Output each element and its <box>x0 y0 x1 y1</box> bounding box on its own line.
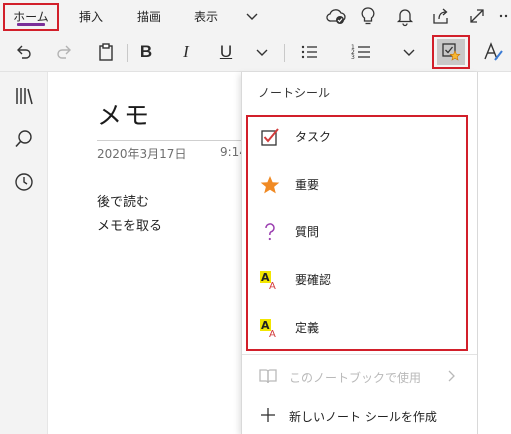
expand-icon <box>470 9 484 23</box>
notebooks-icon <box>16 88 33 105</box>
tag-label: 定義 <box>295 321 320 335</box>
tab-insert-label: 挿入 <box>78 10 103 24</box>
tab-view-label: 表示 <box>193 10 218 24</box>
undo-icon <box>17 45 31 59</box>
ideas-button[interactable] <box>357 5 379 27</box>
use-in-notebook-item: このノートブックで使用 <box>242 358 477 394</box>
share-icon <box>433 8 448 24</box>
use-in-notebook-label: このノートブックで使用 <box>289 371 422 385</box>
numbered-list-icon: 1 2 3 <box>351 44 370 61</box>
search-icon <box>15 130 32 148</box>
svg-text:A: A <box>269 329 276 339</box>
toolbar-divider <box>127 44 128 62</box>
note-tags-dropdown: ノートシール タスク 重要 質問 A A 要確認 A A 定義 このノートブック… <box>241 72 478 434</box>
bullet-list-icon <box>301 45 317 59</box>
fullscreen-button[interactable] <box>466 5 488 27</box>
svg-text:A: A <box>269 281 276 291</box>
bullets-button[interactable] <box>295 38 323 66</box>
cloud-sync-icon <box>326 9 346 24</box>
star-icon <box>260 176 280 194</box>
tab-home[interactable]: ホーム <box>3 3 59 31</box>
navigation-rail <box>0 72 48 434</box>
underline-label: U <box>219 42 233 61</box>
page-canvas-edge <box>478 72 511 434</box>
numbering-button[interactable]: 1 2 3 <box>347 38 375 66</box>
active-tab-indicator <box>17 23 45 26</box>
tag-label: 質問 <box>295 225 320 239</box>
paste-button[interactable] <box>92 38 120 66</box>
title-underline <box>97 140 242 141</box>
tag-item-remember[interactable]: A A 要確認 <box>248 260 466 300</box>
notifications-button[interactable] <box>394 5 416 27</box>
bold-button[interactable]: B <box>132 38 160 66</box>
toolbar-divider <box>284 44 285 62</box>
more-options-button[interactable] <box>498 5 511 27</box>
plus-icon <box>261 408 275 422</box>
question-mark-icon <box>265 223 275 241</box>
search-button[interactable] <box>13 128 35 150</box>
sync-button[interactable] <box>325 5 347 27</box>
note-tag-icon <box>442 43 461 61</box>
font-format-dropdown[interactable] <box>253 38 271 66</box>
dropdown-divider <box>242 354 477 355</box>
book-icon <box>259 369 277 384</box>
styles-button[interactable] <box>479 38 507 66</box>
lightbulb-icon <box>361 7 375 25</box>
tab-draw-label: 描画 <box>136 10 161 24</box>
chevron-right-icon <box>448 370 455 382</box>
chevron-down-icon <box>403 49 415 56</box>
recent-button[interactable] <box>13 171 35 193</box>
tag-label: 重要 <box>295 178 320 192</box>
highlight-aa-icon: A A <box>260 319 276 339</box>
redo-button[interactable] <box>51 38 79 66</box>
note-tags-button-pressed <box>437 39 465 65</box>
paragraph-dropdown[interactable] <box>400 38 418 66</box>
note-tags-button[interactable] <box>432 35 470 69</box>
page-date: 2020年3月17日 <box>97 147 187 161</box>
ribbon-toolbar: B I U 1 2 3 <box>0 34 511 72</box>
create-new-tag-label: 新しいノート シールを作成 <box>289 410 437 424</box>
tag-item-important[interactable]: 重要 <box>248 165 466 205</box>
more-icon <box>499 14 508 18</box>
checkbox-checked-icon <box>261 128 279 146</box>
tab-view[interactable]: 表示 <box>191 3 221 31</box>
bell-icon <box>396 9 414 27</box>
tag-item-question[interactable]: 質問 <box>248 212 466 252</box>
redo-icon <box>57 45 71 59</box>
note-line[interactable]: 後で読む <box>97 191 149 210</box>
tab-insert[interactable]: 挿入 <box>76 3 106 31</box>
chevron-down-icon <box>246 13 258 20</box>
undo-button[interactable] <box>9 38 37 66</box>
note-line[interactable]: メモを取る <box>97 215 162 234</box>
tag-label: 要確認 <box>295 273 332 287</box>
tab-home-label: ホーム <box>13 10 49 24</box>
page-title[interactable]: メモ <box>97 96 151 132</box>
tag-item-definition[interactable]: A A 定義 <box>248 308 466 348</box>
italic-button[interactable]: I <box>172 38 200 66</box>
dropdown-header: ノートシール <box>258 86 331 100</box>
more-tabs-button[interactable] <box>243 3 261 31</box>
notebooks-button[interactable] <box>13 85 35 107</box>
italic-label: I <box>183 42 189 61</box>
highlight-aa-icon: A A <box>260 271 276 291</box>
tab-draw[interactable]: 描画 <box>134 3 164 31</box>
tag-label: タスク <box>295 130 332 144</box>
chevron-down-icon <box>256 49 268 56</box>
create-new-tag-item[interactable]: 新しいノート シールを作成 <box>242 397 477 433</box>
tag-item-task[interactable]: タスク <box>248 117 466 157</box>
svg-text:3: 3 <box>351 54 355 61</box>
ribbon-tab-bar: ホーム 挿入 描画 表示 <box>0 0 511 34</box>
underline-button[interactable]: U <box>212 38 240 66</box>
clipboard-icon <box>99 43 113 61</box>
text-style-icon <box>484 42 503 61</box>
share-button[interactable] <box>430 5 452 27</box>
bold-label: B <box>139 42 153 61</box>
recent-clock-icon <box>15 173 33 191</box>
